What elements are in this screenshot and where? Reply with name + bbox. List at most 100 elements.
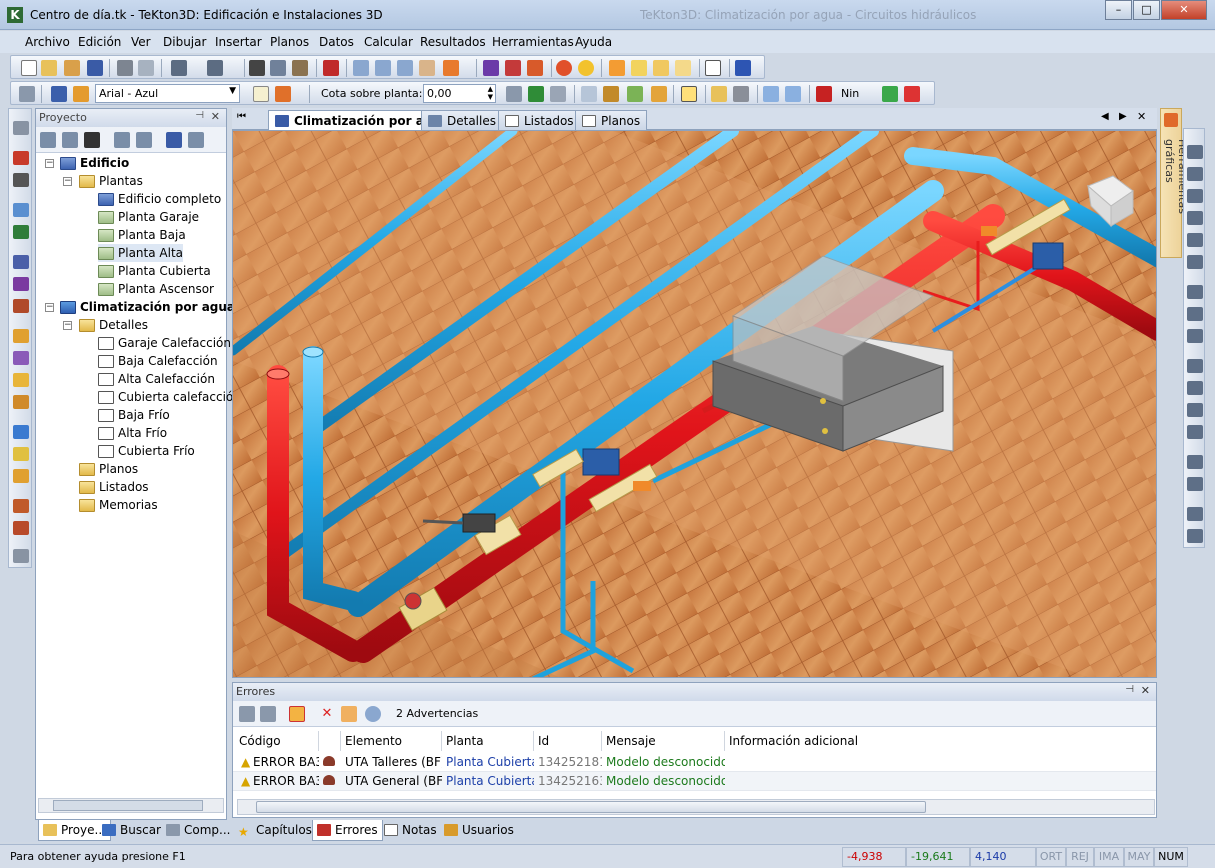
door-icon[interactable] <box>13 225 29 239</box>
box-view-icon[interactable] <box>653 60 669 76</box>
export-icon[interactable] <box>13 549 29 563</box>
cota-input[interactable]: 0,00 ▲ ▼ <box>423 84 496 103</box>
tree-node-planta-baja[interactable]: Planta Baja <box>98 226 186 244</box>
tree-properties-icon[interactable] <box>40 132 56 148</box>
tree-node-plantas[interactable]: Plantas <box>79 172 143 190</box>
tree-update-icon[interactable] <box>136 132 152 148</box>
font-style-select[interactable]: Arial - Azul ▼ <box>95 84 240 103</box>
scale-icon[interactable] <box>1187 211 1203 225</box>
tree-node-climatizacion[interactable]: Climatización por agua <box>60 298 235 316</box>
open-recent-icon[interactable] <box>64 60 80 76</box>
polar-icon[interactable] <box>651 86 667 102</box>
tab-capitulos[interactable]: ★ Capítulos <box>234 820 316 841</box>
help-icon[interactable] <box>13 469 29 483</box>
select-icon[interactable] <box>763 86 779 102</box>
next-error-icon[interactable] <box>260 706 276 722</box>
window-icon[interactable] <box>13 255 29 269</box>
polyline-icon[interactable] <box>1187 403 1203 417</box>
print-preview-icon[interactable] <box>138 60 154 76</box>
tab-usuarios[interactable]: Usuarios <box>440 820 518 841</box>
properties-icon[interactable] <box>19 86 35 102</box>
column-header-elemento[interactable]: Elemento <box>341 731 442 751</box>
tree-node-planta-alta[interactable]: Planta Alta <box>98 244 184 262</box>
layers-icon[interactable] <box>735 60 751 76</box>
column-icon[interactable] <box>13 151 29 165</box>
tree-node-garaje-calefaccion[interactable]: Garaje Calefacción <box>98 334 231 352</box>
indicator-may[interactable]: MAY <box>1124 847 1154 867</box>
offset-icon[interactable] <box>1187 285 1203 299</box>
column-header-id[interactable]: Id <box>534 731 602 751</box>
tree-node-cubierta-calefaccion[interactable]: Cubierta calefacción <box>98 388 241 406</box>
first-tab-icon[interactable]: ⏮ <box>237 111 246 122</box>
pump-icon[interactable] <box>13 395 29 409</box>
table-row[interactable]: ▲ ERROR BA3 UTA General (BF) Planta Cubi… <box>233 772 1156 791</box>
tab-detalles[interactable]: Detalles <box>421 110 503 130</box>
edit-text-icon[interactable] <box>711 86 727 102</box>
3d-viewport[interactable] <box>232 130 1157 678</box>
valve-handle[interactable] <box>404 592 422 610</box>
column-header-info[interactable]: Información adicional <box>725 731 1156 751</box>
text-edit-icon[interactable] <box>1187 507 1203 521</box>
snap-icon[interactable] <box>603 86 619 102</box>
level-up-icon[interactable] <box>550 86 566 102</box>
valve-icon[interactable] <box>13 329 29 343</box>
error-planta[interactable]: Planta Cubierta <box>442 753 534 772</box>
roof-icon[interactable] <box>13 299 29 313</box>
stair-icon[interactable] <box>13 277 29 291</box>
delete-check-icon[interactable] <box>904 86 920 102</box>
tab-close-icon[interactable]: ✕ <box>1137 110 1146 123</box>
tree-node-alta-frio[interactable]: Alta Frío <box>98 424 167 442</box>
tree-link-icon[interactable] <box>166 132 182 148</box>
table-icon[interactable] <box>733 86 749 102</box>
filter-icon[interactable] <box>341 706 357 722</box>
collapse-icon[interactable]: − <box>63 321 72 330</box>
next-tab-icon[interactable]: ▶ <box>1119 111 1127 122</box>
flow-meter[interactable] <box>462 513 496 533</box>
collapse-icon[interactable]: − <box>45 303 54 312</box>
rotate-3d-icon[interactable] <box>1187 189 1203 203</box>
line-icon[interactable] <box>1187 381 1203 395</box>
tab-componentes[interactable]: Comp... <box>162 820 234 841</box>
extend-icon[interactable] <box>1187 329 1203 343</box>
collapse-icon[interactable]: − <box>45 159 54 168</box>
menu-herramientas[interactable]: Herramientas <box>492 35 574 49</box>
erase-icon[interactable] <box>292 60 308 76</box>
tab-errores[interactable]: Errores <box>312 820 383 841</box>
wall-icon[interactable] <box>13 121 29 135</box>
fitting-icon[interactable] <box>13 373 29 387</box>
zoom-in-icon[interactable] <box>375 60 391 76</box>
column-header-mensaje[interactable]: Mensaje <box>602 731 725 751</box>
tree-node-listados[interactable]: Listados <box>79 478 149 496</box>
tree-node-detalles[interactable]: Detalles <box>79 316 148 334</box>
face-view-icon[interactable] <box>631 60 647 76</box>
rotate-icon[interactable] <box>1187 167 1203 181</box>
spinner-icon[interactable]: ▲ ▼ <box>488 85 493 101</box>
zoom-window-icon[interactable] <box>443 60 459 76</box>
menu-ayuda[interactable]: Ayuda <box>575 35 612 49</box>
level-icon[interactable] <box>506 86 522 102</box>
tree-node-cubierta-frio[interactable]: Cubierta Frío <box>98 442 195 460</box>
text-icon[interactable] <box>705 60 721 76</box>
indicator-num[interactable]: NUM <box>1154 847 1188 867</box>
panel-icon[interactable] <box>681 86 697 102</box>
tab-planos[interactable]: Planos <box>575 110 648 130</box>
radiator-icon[interactable] <box>13 499 29 513</box>
mirror-icon[interactable] <box>1187 255 1203 269</box>
menu-insertar[interactable]: Insertar <box>215 35 262 49</box>
minimize-button[interactable]: – <box>1105 0 1132 20</box>
tree-node-alta-calefaccion[interactable]: Alta Calefacción <box>98 370 215 388</box>
pump-blue[interactable] <box>582 448 620 476</box>
edit-icon[interactable] <box>270 60 286 76</box>
tree-hscrollbar[interactable] <box>38 798 224 813</box>
tree-node-edificio[interactable]: Edificio <box>60 154 129 172</box>
pan-icon[interactable] <box>419 60 435 76</box>
tree-node-baja-frio[interactable]: Baja Frío <box>98 406 170 424</box>
break-icon[interactable] <box>1187 455 1203 469</box>
zoom-out-icon[interactable] <box>397 60 413 76</box>
menu-ver[interactable]: Ver <box>131 35 151 49</box>
menu-resultados[interactable]: Resultados <box>420 35 486 49</box>
pump-blue-right[interactable] <box>1032 242 1064 270</box>
new-icon[interactable] <box>21 60 37 76</box>
tree-delete-icon[interactable] <box>84 132 100 148</box>
panel-close-icon[interactable]: ✕ <box>211 110 220 123</box>
